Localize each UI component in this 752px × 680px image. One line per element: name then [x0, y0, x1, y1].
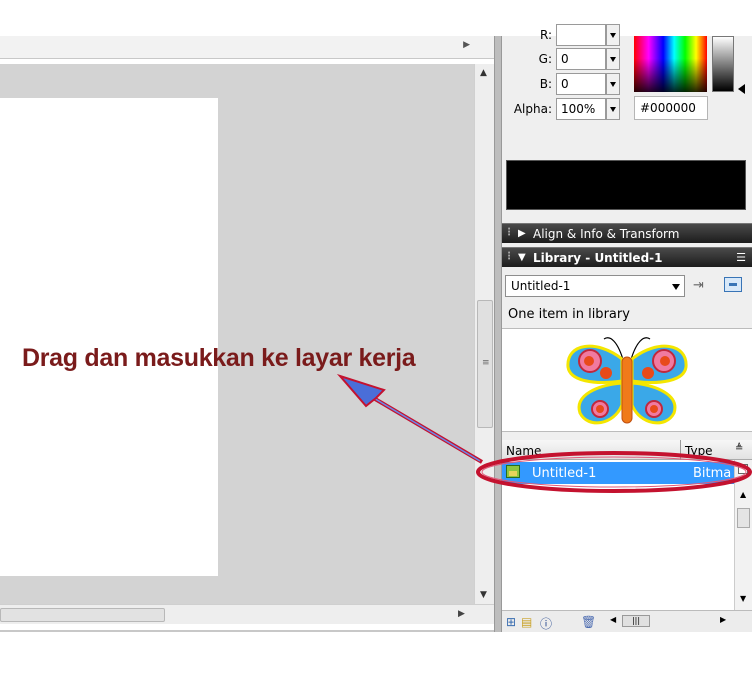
library-panel-header[interactable]: ⋮ ▼ Library - Untitled-1 ☰	[502, 247, 752, 267]
panel-menu-icon[interactable]: ☰	[736, 251, 746, 264]
library-item-name: Untitled-1	[532, 466, 597, 481]
brightness-pointer-icon[interactable]	[738, 84, 745, 94]
library-item-list[interactable]: Untitled-1 Bitma	[502, 460, 734, 610]
grip-icon[interactable]: ⋮	[504, 227, 514, 238]
stage-vertical-scrollbar[interactable]: ▲ ≡ ▼	[474, 64, 494, 604]
wide-view-icon[interactable]	[738, 464, 748, 474]
timeline-edit-bar: ▶	[0, 36, 496, 59]
library-vertical-scrollbar[interactable]: ▲ ▼	[734, 460, 752, 610]
pasteboard[interactable]	[0, 64, 474, 604]
scroll-thumb[interactable]: |||	[622, 615, 650, 627]
stage-area: ▶ ▲ ≡ ▼ ▶	[0, 36, 496, 632]
brightness-slider[interactable]	[712, 36, 734, 92]
column-separator[interactable]	[680, 440, 681, 460]
scroll-right-arrow-icon[interactable]: ▶	[463, 40, 470, 50]
scroll-thumb[interactable]: ≡	[477, 300, 493, 428]
alpha-field[interactable]: 100%	[556, 98, 606, 120]
grip-icon[interactable]: ⋮	[504, 251, 514, 262]
delete-trash-icon[interactable]: 🗑	[581, 615, 596, 629]
library-horizontal-scrollbar[interactable]: ◀ ||| ▶	[610, 615, 730, 627]
collapsed-triangle-icon: ▶	[518, 228, 526, 239]
r-label: R:	[539, 28, 552, 42]
b-dropdown[interactable]	[606, 73, 620, 95]
new-library-panel-icon[interactable]	[724, 277, 742, 292]
sort-order-icon[interactable]: ≜	[735, 443, 743, 454]
scroll-left-arrow-icon[interactable]: ◀	[610, 615, 616, 624]
instruction-annotation-text: Drag dan masukkan ke layar kerja	[22, 344, 416, 372]
divider	[0, 630, 496, 632]
column-name-header[interactable]: Name	[506, 444, 541, 458]
alpha-label: Alpha:	[513, 102, 552, 116]
bitmap-icon	[506, 465, 520, 478]
library-item-row[interactable]: Untitled-1 Bitma	[502, 462, 734, 484]
scroll-up-arrow-icon[interactable]: ▲	[740, 490, 746, 499]
scroll-up-arrow-icon[interactable]: ▲	[480, 68, 487, 78]
library-preview-pane	[502, 328, 752, 432]
right-panel: R: G: 0 B: 0 Alpha: 100% #000000 ⋮ ▶ Ali…	[502, 24, 752, 632]
expanded-triangle-icon: ▼	[518, 252, 526, 263]
stage-canvas[interactable]	[0, 98, 218, 576]
new-folder-icon[interactable]: ▤	[521, 615, 532, 629]
scroll-right-arrow-icon[interactable]: ▶	[458, 609, 465, 619]
library-column-header: Name Type ≜	[502, 440, 752, 460]
new-symbol-icon[interactable]: ⊞	[506, 615, 516, 629]
pin-library-icon[interactable]: ⇥	[693, 278, 704, 293]
r-dropdown[interactable]	[606, 24, 620, 46]
scroll-thumb[interactable]	[737, 508, 750, 528]
scroll-right-arrow-icon[interactable]: ▶	[720, 615, 726, 624]
g-label: G:	[538, 52, 552, 66]
g-field[interactable]: 0	[556, 48, 606, 70]
panel-title: Library - Untitled-1	[533, 251, 663, 265]
b-label: B:	[539, 77, 552, 91]
alpha-dropdown[interactable]	[606, 98, 620, 120]
panel-splitter[interactable]	[494, 36, 502, 632]
stage-horizontal-scrollbar[interactable]: ▶	[0, 604, 496, 624]
scroll-thumb[interactable]	[0, 608, 165, 622]
selected-document: Untitled-1	[511, 279, 571, 293]
hex-color-field[interactable]: #000000	[634, 96, 708, 120]
butterfly-preview-image	[566, 337, 688, 425]
properties-icon[interactable]: ⓘ	[540, 615, 552, 632]
library-document-select[interactable]: Untitled-1	[505, 275, 685, 297]
r-field[interactable]	[556, 24, 606, 46]
scroll-down-arrow-icon[interactable]: ▼	[480, 590, 487, 600]
column-type-header[interactable]: Type	[685, 444, 713, 458]
align-info-transform-panel-header[interactable]: ⋮ ▶ Align & Info & Transform	[502, 223, 752, 243]
b-field[interactable]: 0	[556, 73, 606, 95]
library-item-type: Bitma	[693, 466, 732, 481]
color-spectrum[interactable]	[634, 36, 707, 92]
panel-title: Align & Info & Transform	[533, 227, 680, 241]
color-preview-swatch	[506, 160, 746, 210]
library-item-count: One item in library	[508, 307, 630, 322]
chevron-down-icon	[672, 284, 680, 290]
g-dropdown[interactable]	[606, 48, 620, 70]
grip-icon: ≡	[482, 358, 490, 368]
scroll-down-arrow-icon[interactable]: ▼	[740, 594, 746, 603]
library-bottom-toolbar: ⊞ ▤ ⓘ 🗑 ◀ ||| ▶	[502, 610, 752, 632]
